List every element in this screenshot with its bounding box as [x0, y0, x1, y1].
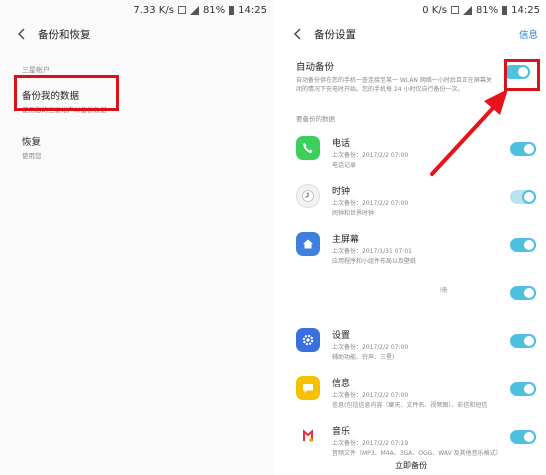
battery-level: 81%	[475, 4, 499, 16]
toggle-knob	[522, 238, 536, 252]
signal-icon	[189, 5, 199, 15]
app-bar: 备份设置 信息	[276, 20, 546, 48]
info-link[interactable]: 信息	[519, 27, 538, 41]
auto-backup-description: 自动备份供在您的手机一查连接至某一 WLAN 网络一小时后且正在屏幕关闭的情况下…	[296, 77, 492, 93]
home-icon	[296, 232, 320, 256]
section-header: 三星帐户	[22, 66, 50, 74]
status-bar: 7.33 K/s 81% 14:25	[0, 0, 273, 20]
back-button[interactable]	[8, 20, 36, 48]
toggle-knob	[522, 382, 536, 396]
app-description: 电话记录	[332, 162, 357, 169]
status-time: 14:25	[511, 4, 540, 16]
battery-icon	[502, 5, 508, 15]
partial-text: l备	[440, 287, 448, 294]
app-description: 辅助功能、铃声、三星)	[332, 354, 395, 361]
backup-toggle[interactable]	[510, 238, 536, 252]
notification-icon	[450, 6, 459, 14]
backup-toggle[interactable]	[510, 430, 536, 444]
back-button[interactable]	[284, 20, 312, 48]
right-screen: 0 K/s 81% 14:25 备份设置 信息 自动备份 自动备份供在您的手机一…	[276, 0, 546, 475]
network-speed: 7.33 K/s	[133, 4, 174, 16]
app-row-messages[interactable]: 信息 上次备份：2017/2/2 07:00 信息(包括信息内容（聊天、文件名、…	[276, 366, 546, 414]
network-speed: 0 K/s	[422, 4, 447, 16]
toggle-knob	[522, 142, 536, 156]
app-row-clock[interactable]: 时钟 上次备份：2017/2/2 07:00 闹钟和世界时钟	[276, 174, 546, 222]
restore-item[interactable]: 恢复 使用您	[0, 134, 273, 160]
backup-toggle[interactable]	[510, 286, 536, 300]
toggle-knob	[522, 334, 536, 348]
item-subtitle: 使用您	[22, 152, 42, 160]
toggle-knob	[522, 190, 536, 204]
backup-now-button[interactable]: 立即备份	[276, 460, 546, 471]
clock-icon	[296, 184, 320, 208]
app-bar: 备份和恢复	[0, 20, 273, 48]
backup-toggle[interactable]	[510, 142, 536, 156]
highlight-box	[504, 59, 540, 91]
toggle-knob	[522, 430, 536, 444]
left-screen: 7.33 K/s 81% 14:25 备份和恢复 三星帐户 备份我的数据 使用您…	[0, 0, 273, 475]
app-description: 应用程序和小组件布局以及壁纸	[332, 258, 417, 265]
back-arrow-icon	[18, 28, 25, 40]
music-icon	[296, 424, 320, 448]
app-row-hidden[interactable]	[276, 270, 546, 318]
toggle-knob	[522, 286, 536, 300]
battery-level: 81%	[202, 4, 226, 16]
backup-toggle[interactable]	[510, 382, 536, 396]
phone-icon	[296, 136, 320, 160]
notification-icon	[177, 6, 186, 14]
item-title: 恢复	[22, 137, 42, 148]
status-time: 14:25	[238, 4, 267, 16]
app-row-phone[interactable]: 电话 上次备份：2017/2/2 07:00 电话记录	[276, 126, 546, 174]
status-bar: 0 K/s 81% 14:25	[276, 0, 546, 20]
app-description: 闹钟和世界时钟	[332, 210, 375, 217]
page-title: 备份和恢复	[38, 28, 91, 41]
backup-toggle[interactable]	[510, 190, 536, 204]
app-description: 信息(包括信息内容（聊天、文件名、视频图）、彩信和短信	[332, 402, 488, 409]
battery-icon	[229, 5, 235, 15]
app-list: 电话 上次备份：2017/2/2 07:00 电话记录 时钟 上次备份：2017…	[276, 126, 546, 462]
app-row-home-screen[interactable]: 主屏幕 上次备份：2017/1/31 07:01 应用程序和小组件布局以及壁纸	[276, 222, 546, 270]
section-header: 要备份的数据	[296, 115, 335, 123]
page-title: 备份设置	[314, 28, 356, 41]
backup-toggle[interactable]	[510, 334, 536, 348]
app-description: 音频文件（MP3、M4A、3GA、OGG、WAV 及其他音乐格式）	[332, 450, 502, 457]
highlight-box	[14, 75, 119, 111]
app-row-settings[interactable]: 设置 上次备份：2017/2/2 07:00 辅助功能、铃声、三星)	[276, 318, 546, 366]
gear-icon	[296, 328, 320, 352]
app-row-music[interactable]: 音乐 上次备份：2017/2/2 07:19 音频文件（MP3、M4A、3GA、…	[276, 414, 546, 462]
back-arrow-icon	[294, 28, 301, 40]
message-icon	[296, 376, 320, 400]
signal-icon	[462, 5, 472, 15]
